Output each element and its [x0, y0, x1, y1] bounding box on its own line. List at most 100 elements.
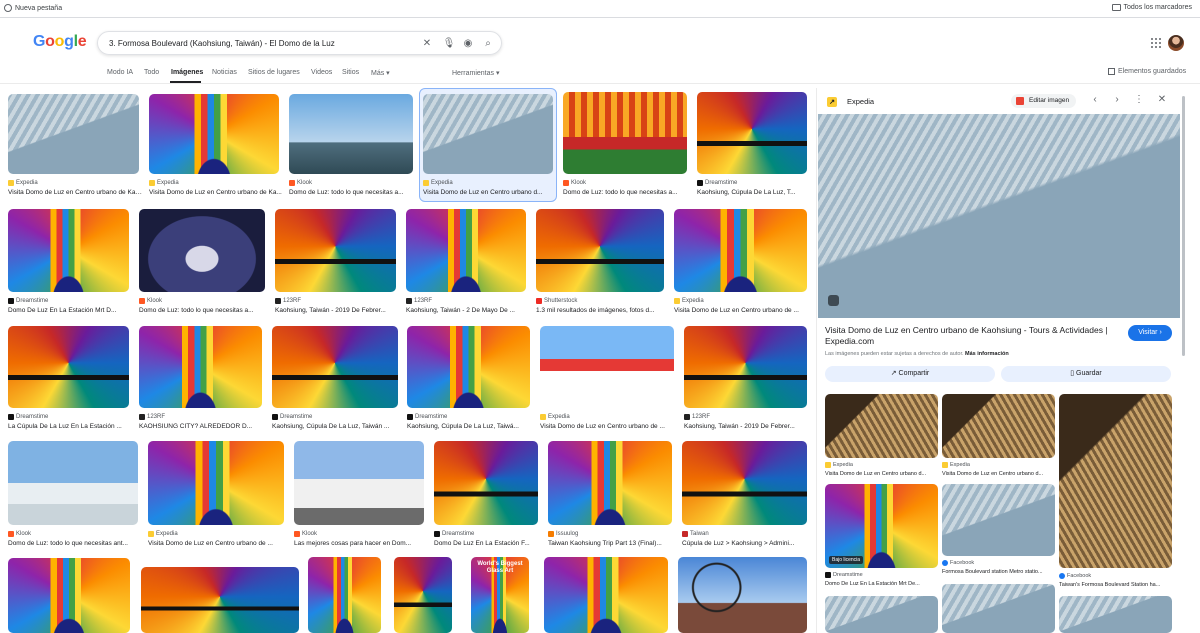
tab-videos[interactable]: Videos — [311, 69, 332, 76]
related-image[interactable]: Bajo licencia — [825, 484, 938, 568]
all-bookmarks[interactable]: Todos los marcadores — [1111, 4, 1192, 11]
result-thumbnail[interactable] — [149, 94, 279, 174]
image-overlay-text: World's Biggest Glass Art — [477, 561, 523, 574]
result-thumbnail[interactable] — [289, 94, 413, 174]
save-button[interactable]: ▯ Guardar — [1001, 366, 1171, 382]
result-thumbnail[interactable] — [434, 441, 538, 525]
result-thumbnail[interactable] — [548, 441, 672, 525]
tab-sites[interactable]: Sitios — [342, 69, 359, 76]
microphone-icon[interactable]: 🎙 — [443, 37, 456, 49]
avatar[interactable] — [1168, 35, 1184, 51]
tab-news[interactable]: Noticias — [212, 69, 237, 76]
result-thumbnail[interactable] — [544, 557, 668, 633]
tab-ai-mode[interactable]: Modo IA — [107, 69, 133, 76]
result-source: Dreamstime — [407, 414, 447, 420]
result-thumbnail[interactable] — [141, 567, 299, 633]
result-thumbnail[interactable] — [308, 557, 381, 633]
result-thumbnail[interactable] — [8, 94, 139, 174]
visit-button[interactable]: Visitar › — [1128, 325, 1172, 341]
result-source: Dreamstime — [697, 180, 737, 186]
source-favicon-icon — [536, 298, 542, 304]
panel-scrollbar[interactable] — [1182, 96, 1185, 356]
search-box[interactable]: 3. Formosa Boulevard (Kaohsiung, Taiwán)… — [97, 31, 502, 55]
result-thumbnail[interactable] — [272, 326, 398, 408]
saved-items-link[interactable]: Elementos guardados — [1108, 68, 1186, 75]
result-source: Dreamstime — [434, 531, 474, 537]
share-button[interactable]: ↗ Compartir — [825, 366, 995, 382]
result-thumbnail[interactable] — [407, 326, 530, 408]
related-source: Expedia — [825, 462, 853, 468]
source-favicon-icon — [8, 298, 14, 304]
related-caption: Visita Domo de Luz en Centro urbano d... — [825, 471, 927, 477]
tab-all[interactable]: Todo — [144, 69, 159, 76]
apps-grid-icon[interactable] — [1151, 38, 1161, 48]
source-favicon-icon — [406, 298, 412, 304]
result-thumbnail[interactable] — [8, 558, 130, 633]
result-thumbnail[interactable] — [148, 441, 284, 525]
related-image[interactable] — [942, 394, 1055, 458]
result-source: Expedia — [148, 531, 178, 537]
result-thumbnail[interactable] — [563, 92, 687, 174]
bookmarks-bar: Nueva pestaña Todos los marcadores — [0, 0, 1200, 18]
result-thumbnail[interactable] — [394, 557, 452, 633]
tab-images[interactable]: Imágenes — [171, 69, 203, 76]
result-caption: Kaohsiung, Taiwán - 2 De Mayo De ... — [406, 307, 515, 314]
google-logo[interactable]: Google — [33, 33, 87, 51]
tab-more[interactable]: Más ▾ — [371, 69, 390, 77]
result-caption: La Cúpula De La Luz En La Estación ... — [8, 423, 122, 430]
related-image[interactable] — [942, 584, 1055, 633]
result-thumbnail[interactable] — [8, 441, 138, 525]
result-source: Expedia — [8, 180, 38, 186]
tools-button[interactable]: Herramientas ▾ — [452, 69, 499, 77]
result-thumbnail[interactable] — [8, 209, 129, 292]
result-caption: Domo de Luz: todo lo que necesitas a... — [289, 189, 404, 196]
result-thumbnail[interactable] — [674, 209, 807, 292]
source-favicon-icon — [540, 414, 546, 420]
result-caption: Visita Domo de Luz en Centro urbano de .… — [148, 540, 273, 547]
result-thumbnail[interactable] — [139, 209, 265, 292]
result-source: Klook — [294, 531, 317, 537]
result-thumbnail[interactable] — [275, 209, 396, 292]
lens-search-icon[interactable] — [828, 295, 839, 306]
edit-image-button[interactable]: Editar imagen — [1011, 94, 1077, 108]
result-thumbnail[interactable] — [536, 209, 664, 292]
related-image[interactable] — [1059, 596, 1172, 633]
result-thumbnail[interactable] — [540, 326, 674, 408]
result-thumbnail[interactable] — [682, 441, 807, 525]
result-source: 123RF — [406, 298, 432, 304]
search-icon[interactable]: ⌕ — [482, 37, 494, 49]
chevron-right-icon[interactable]: › — [1111, 94, 1123, 105]
result-thumbnail[interactable] — [697, 92, 807, 174]
close-icon[interactable]: ✕ — [1156, 94, 1168, 105]
more-info-link[interactable]: Más información — [965, 351, 1009, 357]
tab-places[interactable]: Sitios de lugares — [248, 69, 300, 76]
result-thumbnail[interactable] — [139, 326, 262, 408]
related-image[interactable] — [1059, 394, 1172, 568]
result-thumbnail[interactable] — [678, 557, 807, 633]
share-label: Compartir — [898, 370, 930, 377]
active-tab-indicator — [170, 81, 201, 83]
result-thumbnail[interactable] — [406, 209, 526, 292]
preview-image[interactable] — [818, 114, 1180, 318]
more-options-icon[interactable]: ⋮ — [1133, 94, 1145, 105]
clear-icon[interactable]: ✕ — [421, 37, 433, 49]
related-image[interactable] — [942, 484, 1055, 556]
chevron-left-icon[interactable]: ‹ — [1089, 94, 1101, 105]
result-thumbnail[interactable] — [684, 326, 807, 408]
lens-icon[interactable]: ◉ — [462, 37, 474, 49]
related-image[interactable] — [825, 394, 938, 458]
result-thumbnail[interactable] — [8, 326, 129, 408]
preview-title[interactable]: Visita Domo de Luz en Centro urbano de K… — [825, 325, 1115, 347]
result-source: Issuulog — [548, 531, 578, 537]
new-tab-bookmark[interactable]: Nueva pestaña — [4, 4, 62, 12]
source-favicon-icon — [139, 414, 145, 420]
result-thumbnail[interactable] — [423, 94, 553, 174]
panel-source-name[interactable]: Expedia — [847, 97, 874, 106]
result-caption: 1.3 mil resultados de imágenes, fotos d.… — [536, 307, 655, 314]
result-caption: Kaohsiung, Cúpula De La Luz, T... — [697, 189, 796, 196]
source-favicon-icon — [407, 414, 413, 420]
result-caption: Domo de Luz: todo lo que necesitas a... — [563, 189, 678, 196]
related-image[interactable] — [825, 596, 938, 633]
result-thumbnail[interactable] — [294, 441, 424, 525]
search-input[interactable]: 3. Formosa Boulevard (Kaohsiung, Taiwán)… — [109, 39, 335, 48]
